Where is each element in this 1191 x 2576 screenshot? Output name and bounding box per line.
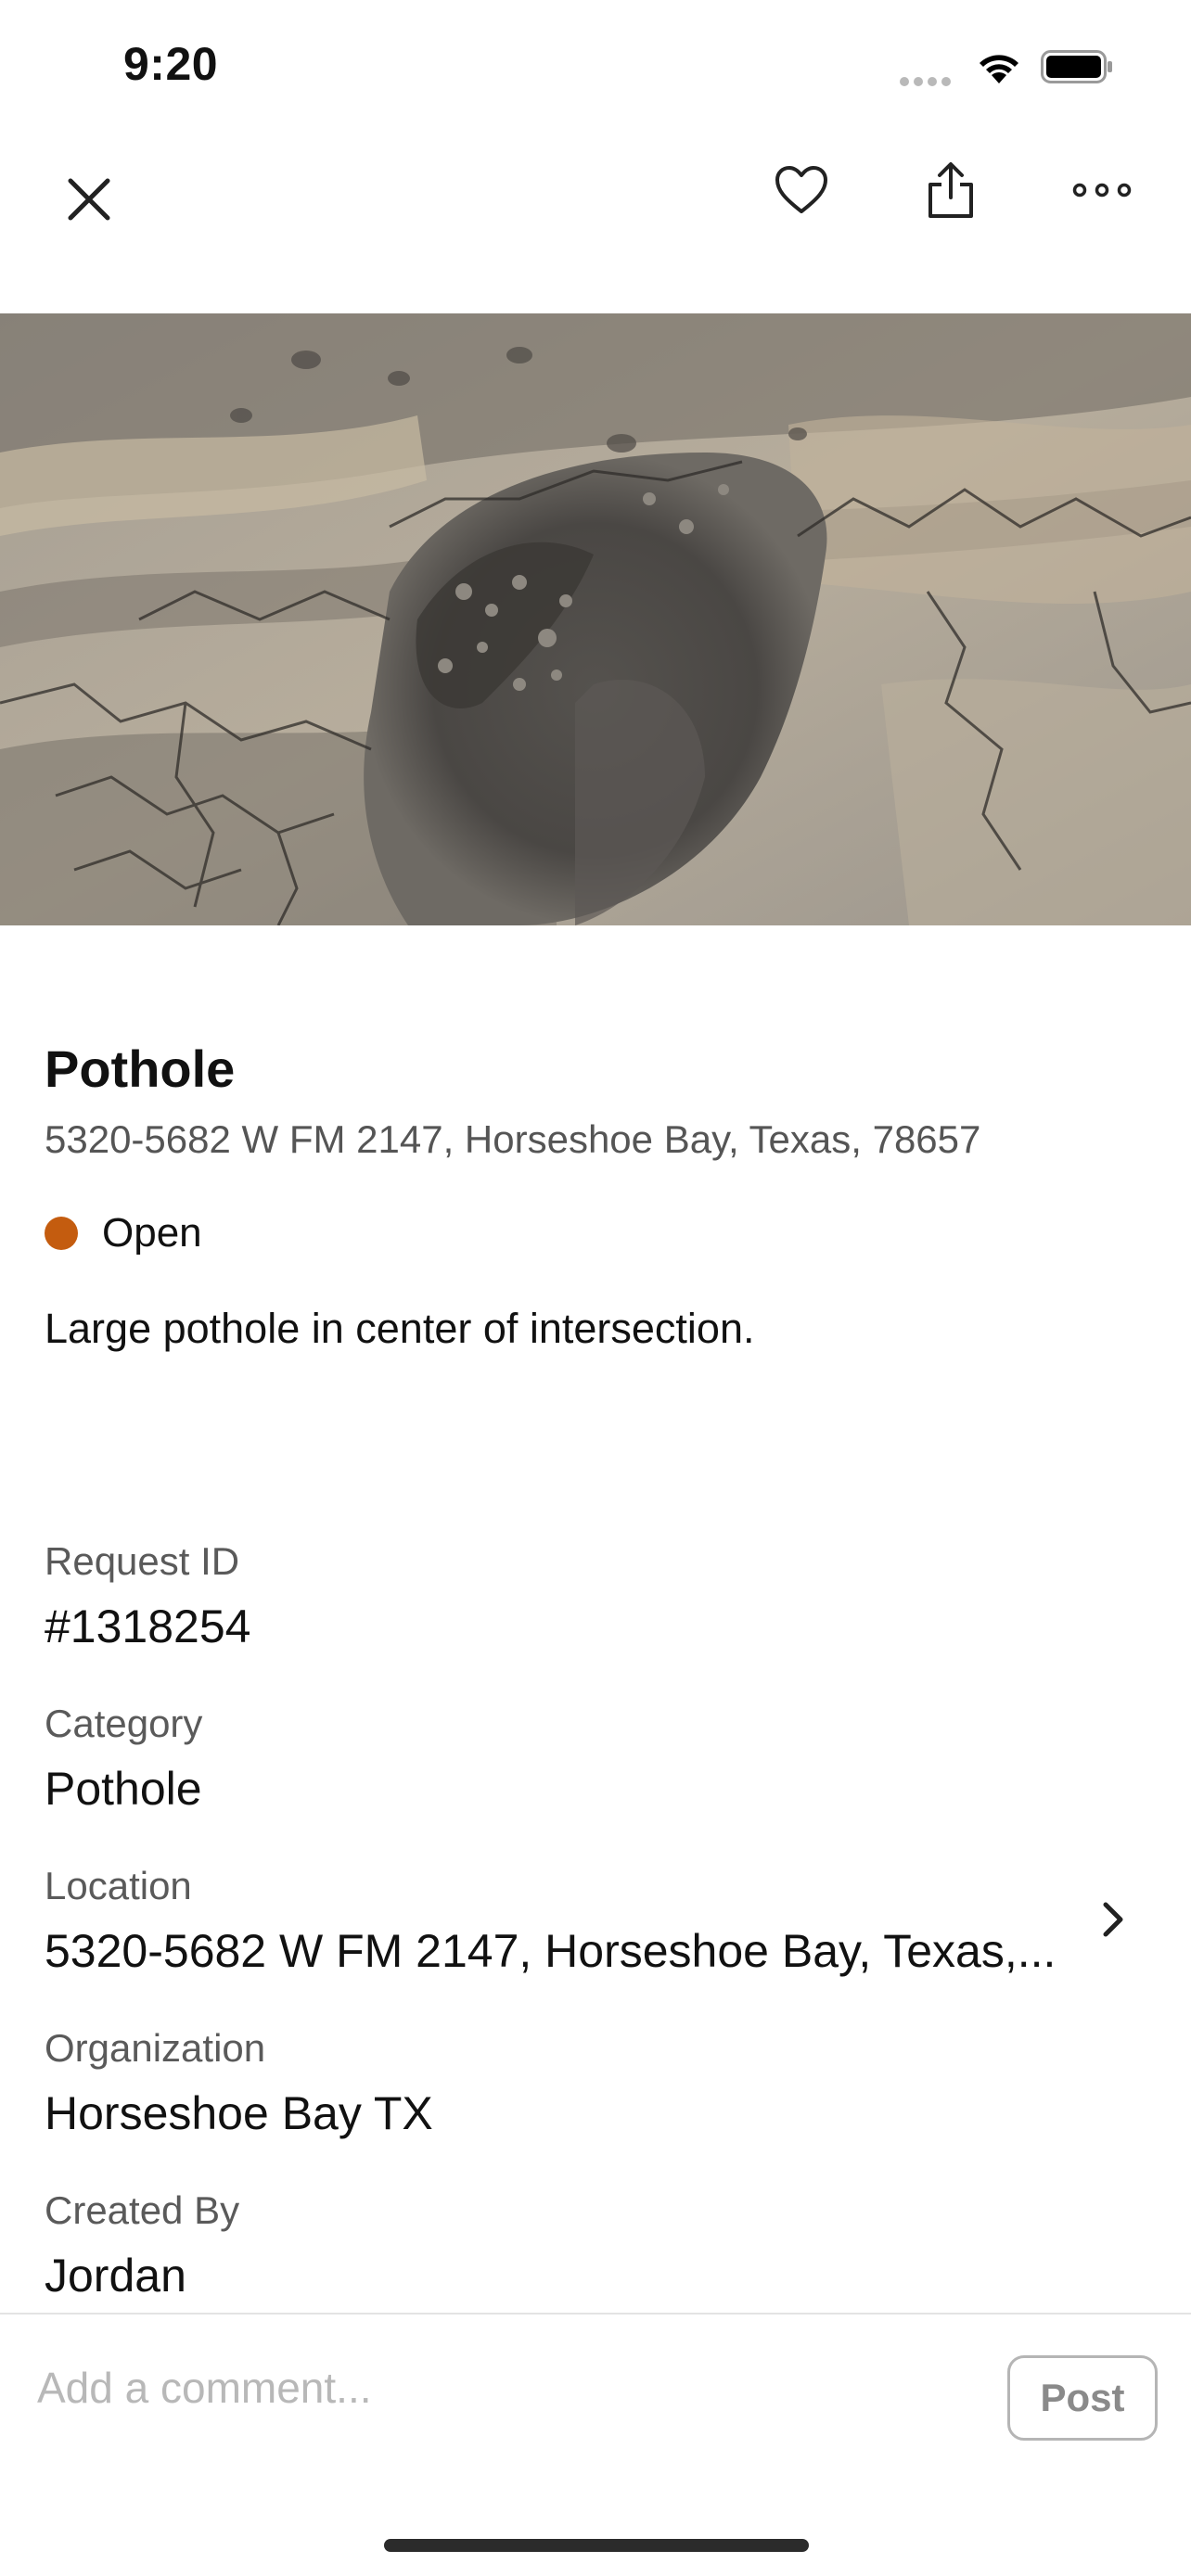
request-id-value: #1318254 <box>45 1600 251 1652</box>
close-icon[interactable] <box>52 162 126 236</box>
location-value: 5320-5682 W FM 2147, Horseshoe Bay, Texa… <box>45 1925 1057 1977</box>
created-by-value: Jordan <box>45 2250 186 2302</box>
status-dot <box>45 1217 78 1250</box>
category-value: Pothole <box>45 1763 202 1815</box>
more-icon[interactable] <box>1065 153 1139 227</box>
request-title: Pothole <box>45 1039 236 1098</box>
request-id-label: Request ID <box>45 1539 240 1583</box>
home-indicator[interactable] <box>384 2539 809 2552</box>
location-label: Location <box>45 1864 192 1907</box>
status-time: 9:20 <box>123 38 219 90</box>
cellular-signal-icon <box>900 74 957 86</box>
organization-value: Horseshoe Bay TX <box>45 2087 433 2139</box>
created-by-label: Created By <box>45 2188 240 2232</box>
status-indicator: Open <box>45 1210 202 1256</box>
wifi-icon <box>980 55 1018 83</box>
navigation-bar <box>0 139 1191 250</box>
share-icon[interactable] <box>914 153 988 227</box>
chevron-right-icon[interactable] <box>1096 1899 1130 1940</box>
request-description: Large pothole in center of intersection. <box>45 1305 755 1352</box>
comment-input[interactable] <box>37 2351 965 2425</box>
request-detail-screen: 9:20 Pothole 5320-5682 W FM 2147, Horses… <box>0 0 1191 2576</box>
comment-divider <box>0 2313 1191 2315</box>
status-label: Open <box>102 1210 202 1256</box>
request-address: 5320-5682 W FM 2147, Horseshoe Bay, Texa… <box>45 1117 981 1161</box>
battery-icon <box>1041 50 1112 83</box>
organization-label: Organization <box>45 2026 266 2070</box>
request-photo[interactable] <box>0 313 1191 925</box>
status-bar: 9:20 <box>0 0 1191 130</box>
post-button[interactable]: Post <box>1007 2355 1158 2441</box>
category-label: Category <box>45 1702 203 1745</box>
heart-icon[interactable] <box>764 153 839 227</box>
